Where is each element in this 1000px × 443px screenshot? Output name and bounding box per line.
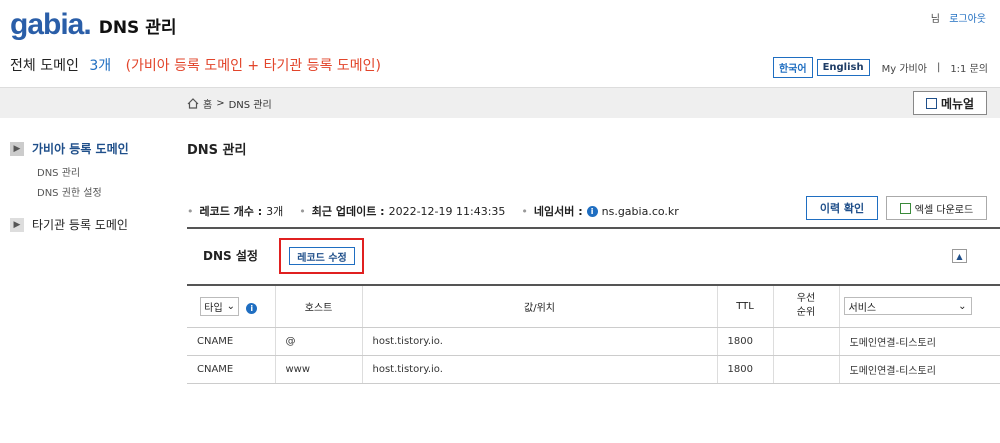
lang-english-button[interactable]: English: [816, 59, 870, 76]
cell-value: host.tistory.io.: [362, 355, 718, 384]
excel-label: 엑셀 다운로드: [914, 204, 974, 216]
info-icon[interactable]: i: [246, 302, 258, 314]
cell-type: CNAME: [187, 355, 276, 384]
type-column-header: 타입 ⌄ i: [187, 285, 276, 328]
nameserver-info: • 네임서버 : i ns.gabia.co.kr: [521, 203, 678, 219]
inquiry-link[interactable]: 1:1 문의: [950, 60, 988, 75]
breadcrumb-home[interactable]: 홈: [203, 96, 212, 111]
section-title: DNS 관리: [187, 143, 247, 158]
dns-settings-title: DNS 설정: [203, 249, 258, 263]
priority-column-header: 우선 순위: [773, 285, 840, 328]
collapse-icon[interactable]: ▲: [952, 249, 967, 263]
bullet-icon: •: [187, 204, 194, 218]
edit-records-button[interactable]: 레코드 수정: [289, 247, 355, 265]
sidebar-item-dns-manage[interactable]: DNS 관리: [37, 164, 129, 179]
chevron-down-icon: ⌄: [226, 300, 236, 312]
cell-priority: [773, 355, 840, 384]
record-count-label: 레코드 개수 :: [199, 205, 263, 218]
edit-highlight-box: 레코드 수정: [279, 238, 364, 274]
type-filter-label: 타입: [204, 302, 223, 314]
sidebar-group-other[interactable]: ▶ 타기관 등록 도메인: [10, 216, 129, 233]
chevron-down-icon: ⌄: [958, 300, 967, 312]
cell-service: 도메인연결-티스토리: [839, 355, 1000, 384]
priority-label-2: 순위: [796, 307, 816, 319]
cell-ttl: 1800: [717, 327, 774, 356]
table-row[interactable]: CNAME www host.tistory.io. 1800 도메인연결-티스…: [187, 355, 1000, 384]
table-header-row: 타입 ⌄ i 호스트 값/위치 TTL 우선 순위 서비스 ⌄: [187, 285, 1000, 328]
updated-value: 2022-12-19 11:43:35: [388, 204, 506, 218]
value-column-header: 값/위치: [362, 285, 718, 328]
sidebar-item-dns-permission[interactable]: DNS 권한 설정: [37, 184, 129, 199]
dns-records-table: 타입 ⌄ i 호스트 값/위치 TTL 우선 순위 서비스 ⌄ CNAME @ …: [187, 284, 1000, 384]
host-column-header: 호스트: [275, 285, 363, 328]
service-filter-select[interactable]: 서비스 ⌄: [843, 297, 972, 316]
ns-label: 네임서버 :: [533, 205, 583, 218]
home-icon[interactable]: [187, 98, 199, 109]
record-count-info: • 레코드 개수 : 3개: [187, 203, 283, 219]
service-column-header: 서비스 ⌄: [839, 285, 1000, 328]
my-gabia-link[interactable]: My 가비아: [882, 60, 927, 75]
updated-info: • 최근 업데이트 : 2022-12-19 11:43:35: [299, 203, 505, 219]
ttl-column-header: TTL: [717, 285, 774, 328]
breadcrumb-current: DNS 관리: [228, 100, 272, 111]
user-suffix: 님: [930, 14, 940, 25]
chevron-right-icon: ▶: [10, 217, 24, 232]
service-filter-label: 서비스: [848, 302, 877, 314]
top-links: 한국어 English My 가비아 | 1:1 문의: [772, 57, 988, 78]
excel-download-button[interactable]: 엑셀 다운로드: [886, 196, 987, 220]
excel-icon: [899, 202, 911, 214]
sidebar-group-label: 가비아 등록 도메인: [32, 142, 129, 156]
gabia-logo[interactable]: gabia. DNS 관리: [10, 8, 176, 42]
history-button[interactable]: 이력 확인: [806, 196, 878, 220]
cell-host: www: [275, 355, 363, 384]
info-icon[interactable]: i: [586, 205, 598, 217]
table-row[interactable]: CNAME @ host.tistory.io. 1800 도메인연결-티스토리: [187, 327, 1000, 356]
divider: [187, 227, 1000, 229]
domain-summary: 전체 도메인 3개 (가비아 등록 도메인 + 타기관 등록 도메인): [10, 55, 381, 75]
breadcrumb-separator: >: [216, 98, 225, 109]
manual-label: 메뉴얼: [940, 96, 975, 111]
record-count-value: 3개: [266, 205, 284, 218]
sidebar: ▶ 가비아 등록 도메인 DNS 관리 DNS 권한 설정 ▶ 타기관 등록 도…: [10, 140, 129, 233]
chevron-right-icon: ▶: [10, 141, 24, 156]
sidebar-group-gabia[interactable]: ▶ 가비아 등록 도메인: [10, 140, 129, 157]
dns-info-row: • 레코드 개수 : 3개 • 최근 업데이트 : 2022-12-19 11:…: [187, 203, 695, 219]
cell-type: CNAME: [187, 327, 276, 356]
updated-label: 최근 업데이트 :: [311, 205, 385, 218]
domain-desc: (가비아 등록 도메인 + 타기관 등록 도메인): [125, 58, 381, 74]
type-filter-select[interactable]: 타입 ⌄: [200, 296, 240, 316]
bullet-icon: •: [521, 204, 528, 218]
ns-value: ns.gabia.co.kr: [601, 204, 679, 218]
manual-button[interactable]: 메뉴얼: [913, 91, 987, 115]
cell-value: host.tistory.io.: [362, 327, 718, 356]
domain-count: 3개: [89, 58, 112, 74]
cell-ttl: 1800: [717, 355, 774, 384]
domain-label: 전체 도메인: [10, 58, 79, 74]
breadcrumb-bar: 홈 > DNS 관리 메뉴얼: [0, 87, 1000, 118]
link-separator: |: [936, 62, 941, 73]
sidebar-group-label: 타기관 등록 도메인: [32, 218, 128, 232]
page-title: DNS 관리: [98, 17, 177, 38]
bullet-icon: •: [299, 204, 306, 218]
manual-icon: [925, 97, 937, 109]
logo-text: gabia.: [10, 8, 92, 41]
logout-link[interactable]: 로그아웃: [949, 14, 986, 25]
user-area: 님 로그아웃: [931, 10, 986, 25]
priority-label-1: 우선: [796, 293, 816, 305]
lang-korean-button[interactable]: 한국어: [772, 57, 813, 78]
cell-priority: [773, 327, 840, 356]
cell-host: @: [275, 327, 363, 356]
breadcrumb: 홈 > DNS 관리: [187, 96, 272, 111]
cell-service: 도메인연결-티스토리: [839, 327, 1000, 356]
